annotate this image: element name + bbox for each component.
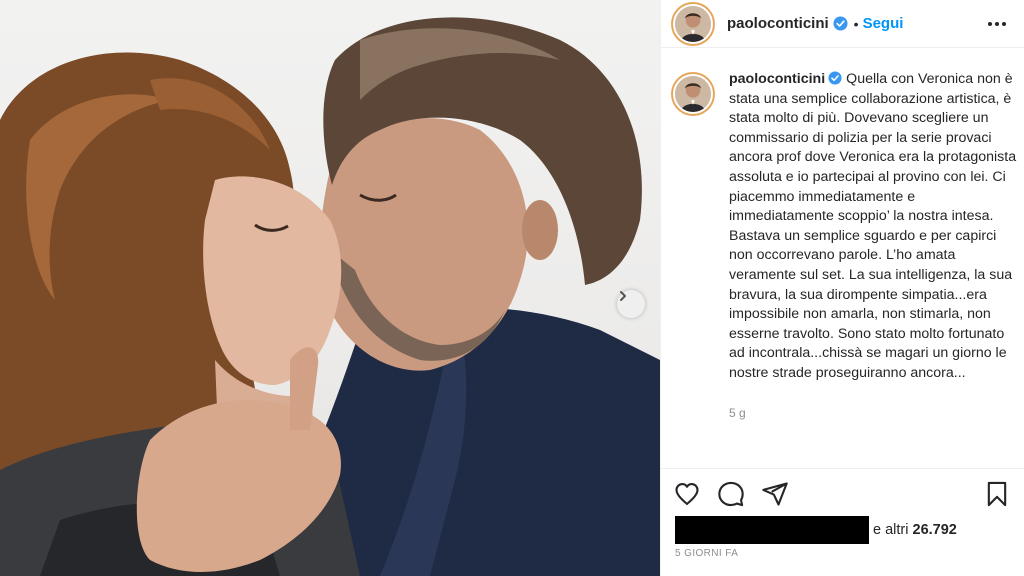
likes-summary[interactable]: e altri 26.792 (873, 522, 957, 538)
follow-button[interactable]: Segui (863, 15, 904, 32)
likes-count: 26.792 (912, 522, 957, 538)
paper-plane-icon[interactable] (761, 480, 789, 508)
header-username[interactable]: paoloconticini (727, 15, 829, 32)
post-photo[interactable] (0, 0, 660, 576)
comment-icon[interactable] (717, 480, 745, 508)
follow-separator: • (853, 15, 859, 32)
actions-divider (661, 468, 1024, 469)
chevron-right-icon (620, 291, 626, 301)
heart-icon[interactable] (673, 480, 701, 508)
post-header: paoloconticini • Segui (661, 0, 1024, 48)
caption-block: paoloconticini Quella con Veronica non è … (673, 70, 1016, 420)
kiss-photo-illustration (0, 17, 660, 576)
avatar[interactable] (673, 3, 713, 44)
caption-username[interactable]: paoloconticini (729, 71, 825, 87)
caption-text: paoloconticini Quella con Veronica non è … (729, 70, 1019, 384)
caption-body: Quella con Veronica non è stata una semp… (729, 71, 1017, 381)
action-bar (673, 478, 1013, 508)
avatar-image (675, 76, 711, 112)
posted-ago[interactable]: 5 GIORNI FA (675, 548, 738, 559)
more-options-icon[interactable] (986, 14, 1008, 34)
redacted-likers (675, 516, 869, 544)
bookmark-icon[interactable] (983, 480, 1011, 508)
post-side-panel: paoloconticini • Segui paoloconticini Que… (660, 0, 1024, 576)
caption-timestamp[interactable]: 5 g (729, 406, 1013, 420)
likes-prefix: e altri (873, 522, 909, 538)
verified-badge-icon (833, 16, 848, 31)
likes-row: e altri 26.792 (675, 516, 957, 544)
verified-badge-icon (828, 71, 842, 85)
avatar-image (675, 5, 711, 42)
caption-avatar[interactable] (673, 74, 713, 114)
next-photo-button[interactable] (617, 290, 645, 318)
